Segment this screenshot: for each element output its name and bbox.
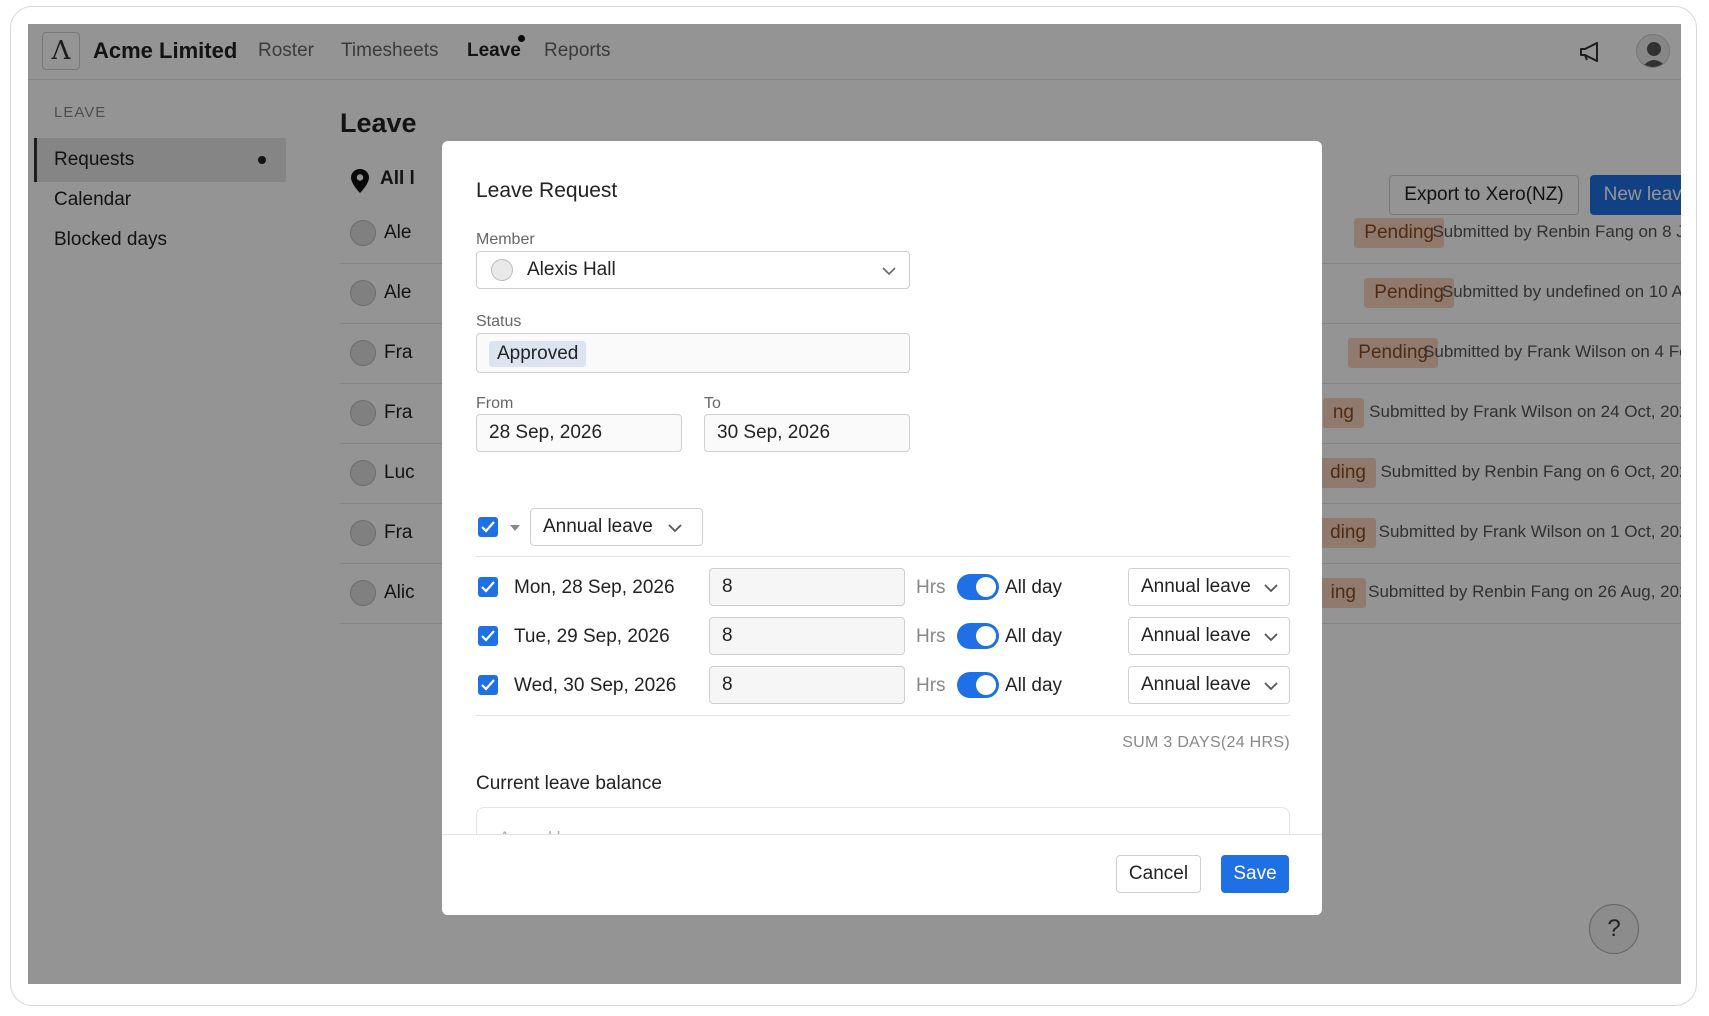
from-date-field[interactable]: 28 Sep, 2026 [476, 414, 682, 452]
modal-title: Leave Request [476, 179, 618, 202]
day-date: Wed, 30 Sep, 2026 [514, 675, 677, 696]
hours-unit: Hrs [916, 577, 946, 598]
chevron-down-icon [1264, 682, 1278, 691]
chevron-down-icon [1264, 584, 1278, 593]
app-window: Λ Acme Limited Roster Timesheets Leave R… [28, 24, 1681, 984]
chevron-down-icon [1264, 633, 1278, 642]
day-checkbox[interactable] [478, 675, 498, 695]
checkmark-icon [481, 679, 495, 691]
all-day-label: All day [1005, 675, 1063, 696]
member-name: Alexis Hall [527, 259, 616, 280]
modal-footer: Cancel Save [442, 834, 1322, 915]
all-day-label: All day [1005, 626, 1063, 647]
day-checkbox[interactable] [478, 577, 498, 597]
hours-unit: Hrs [916, 675, 946, 696]
hours-input[interactable]: 8 [709, 617, 905, 655]
leave-type-value: Annual leave [1141, 625, 1251, 646]
leave-type-select[interactable]: Annual leave [1128, 666, 1290, 704]
caret-down-icon[interactable] [510, 525, 520, 531]
day-date: Tue, 29 Sep, 2026 [514, 626, 670, 647]
leave-type-select[interactable]: Annual leave [1128, 568, 1290, 606]
member-label: Member [476, 231, 535, 248]
leave-request-modal: Leave Request Member Alexis Hall Status … [442, 141, 1322, 915]
select-all-checkbox[interactable] [478, 517, 498, 537]
status-tag: Approved [489, 341, 587, 367]
checkmark-icon [481, 581, 495, 593]
all-day-label: All day [1005, 577, 1063, 598]
chevron-down-icon [668, 524, 682, 533]
leave-type-select[interactable]: Annual leave [1128, 617, 1290, 655]
hours-unit: Hrs [916, 626, 946, 647]
status-field[interactable]: Approved [476, 333, 910, 373]
checkmark-icon [481, 521, 495, 533]
bulk-leave-type-select[interactable]: Annual leave [530, 508, 703, 546]
from-label: From [476, 395, 514, 412]
all-day-toggle[interactable] [957, 623, 999, 649]
divider [476, 715, 1290, 716]
to-date-field[interactable]: 30 Sep, 2026 [704, 414, 910, 452]
bulk-leave-type-value: Annual leave [543, 516, 653, 537]
status-label: Status [476, 313, 522, 330]
chevron-down-icon [882, 267, 896, 276]
day-date: Mon, 28 Sep, 2026 [514, 577, 675, 598]
balance-title: Current leave balance [476, 773, 662, 794]
help-button-dimmed[interactable]: ? [1589, 904, 1639, 954]
to-label: To [704, 395, 721, 412]
leave-type-value: Annual leave [1141, 576, 1251, 597]
all-day-toggle[interactable] [957, 574, 999, 600]
hours-input[interactable]: 8 [709, 666, 905, 704]
divider [476, 556, 1290, 557]
member-select[interactable]: Alexis Hall [476, 251, 910, 289]
day-checkbox[interactable] [478, 626, 498, 646]
leave-type-value: Annual leave [1141, 674, 1251, 695]
leave-sum: SUM 3 DAYS(24 HRS) [1122, 734, 1290, 751]
hours-input[interactable]: 8 [709, 568, 905, 606]
save-button[interactable]: Save [1221, 855, 1289, 893]
cancel-button[interactable]: Cancel [1116, 855, 1201, 893]
all-day-toggle[interactable] [957, 672, 999, 698]
checkmark-icon [481, 630, 495, 642]
avatar [491, 259, 513, 281]
